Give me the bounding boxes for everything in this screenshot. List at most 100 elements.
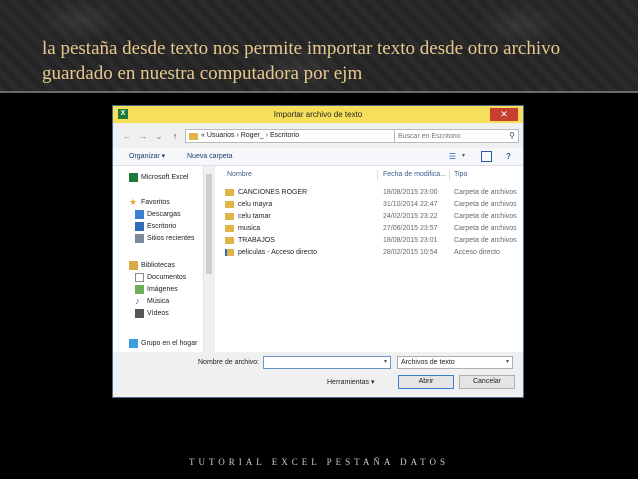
breadcrumb-separator[interactable]: › — [236, 132, 238, 139]
column-divider[interactable] — [377, 170, 378, 180]
file-date: 28/02/2015 10:54 — [383, 249, 438, 256]
file-name: musica — [238, 225, 261, 232]
new-folder-button[interactable]: Nueva carpeta — [187, 148, 233, 165]
breadcrumb-separator[interactable]: › — [266, 132, 268, 139]
chevron-down-icon[interactable]: ▾ — [458, 151, 469, 162]
file-date: 18/08/2015 23:00 — [383, 189, 438, 196]
slide-footer: TUTORIAL EXCEL PESTAÑA DATOS — [188, 457, 450, 467]
file-list: Nombre Fecha de modifica... Tipo CANCION… — [215, 166, 523, 352]
file-type: Acceso directo — [454, 249, 500, 256]
file-name: CANCIONES ROGER — [238, 189, 308, 196]
breadcrumb: « Usuarios › Roger_ › Escritorio — [201, 130, 299, 142]
help-icon[interactable]: ? — [503, 151, 514, 162]
column-header-name[interactable]: Nombre — [227, 170, 252, 180]
file-row[interactable]: TRABAJOS 18/08/2015 23:01 Carpeta de arc… — [215, 235, 523, 246]
breadcrumb-item-escritorio[interactable]: Escritorio — [270, 132, 299, 139]
back-arrow-icon[interactable]: ← — [121, 130, 133, 142]
nav-item-grupo-hogar[interactable]: Grupo en el hogar — [129, 338, 197, 350]
address-bar[interactable]: « Usuarios › Roger_ › Escritorio ▾ — [185, 129, 413, 143]
folder-icon — [189, 133, 198, 140]
images-icon — [135, 284, 144, 294]
nav-item-sitios-recientes[interactable]: Sitios recientes — [135, 233, 194, 245]
scrollbar-thumb[interactable] — [206, 174, 212, 274]
breadcrumb-prefix: « — [201, 132, 205, 139]
homegroup-icon — [129, 338, 138, 348]
file-name: celu tamar — [238, 213, 271, 220]
import-text-dialog: X Importar archivo de texto ✕ ← → ⌄ ↑ « … — [112, 105, 524, 398]
documents-icon — [135, 272, 144, 282]
nav-item-escritorio[interactable]: Escritorio — [135, 221, 176, 233]
search-box: ⚲ — [394, 129, 519, 143]
file-row[interactable]: musica 27/06/2015 23:57 Carpeta de archi… — [215, 223, 523, 234]
tools-menu[interactable]: Herramientas ▾ — [327, 376, 374, 389]
dialog-titlebar[interactable]: X Importar archivo de texto ✕ — [113, 106, 523, 123]
file-type-select[interactable]: Archivos de texto ▾ — [397, 356, 513, 369]
breadcrumb-item-roger[interactable]: Roger_ — [241, 132, 264, 139]
file-type: Carpeta de archivos — [454, 225, 517, 232]
banner-divider — [0, 91, 638, 93]
address-row: ← → ⌄ ↑ « Usuarios › Roger_ › Escritorio… — [113, 124, 523, 148]
file-type: Carpeta de archivos — [454, 201, 517, 208]
folder-icon — [225, 213, 234, 220]
open-button[interactable]: Abrir — [398, 375, 454, 389]
nav-item-videos[interactable]: Vídeos — [135, 308, 169, 320]
nav-item-descargas[interactable]: Descargas — [135, 209, 180, 221]
nav-item-imagenes[interactable]: Imágenes — [135, 284, 178, 296]
recent-icon — [135, 233, 144, 243]
close-button[interactable]: ✕ — [490, 108, 518, 121]
view-options-icon[interactable]: ☰ — [447, 151, 458, 162]
excel-icon — [129, 172, 138, 182]
file-row[interactable]: CANCIONES ROGER 18/08/2015 23:00 Carpeta… — [215, 187, 523, 198]
file-type: Carpeta de archivos — [454, 213, 517, 220]
column-header-type[interactable]: Tipo — [454, 170, 467, 180]
slide: la pestaña desde texto nos permite impor… — [0, 0, 638, 479]
desktop-icon — [135, 221, 144, 231]
dialog-title: Importar archivo de texto — [273, 110, 363, 119]
filename-label: Nombre de archivo: — [198, 359, 260, 366]
search-input[interactable] — [398, 130, 498, 142]
file-date: 18/08/2015 23:01 — [383, 237, 438, 244]
nav-scrollbar[interactable] — [204, 166, 214, 352]
file-row[interactable]: peliculas - Acceso directo 28/02/2015 10… — [215, 247, 523, 258]
libraries-icon — [129, 260, 138, 270]
breadcrumb-item-usuarios[interactable]: Usuarios — [207, 132, 235, 139]
folder-icon — [225, 237, 234, 244]
column-divider[interactable] — [449, 170, 450, 180]
up-arrow-icon[interactable]: ↑ — [169, 130, 181, 142]
folder-icon — [225, 189, 234, 196]
file-name: TRABAJOS — [238, 237, 275, 244]
shortcut-folder-icon — [225, 249, 234, 256]
file-type-value: Archivos de texto — [401, 359, 455, 366]
filename-input[interactable] — [266, 357, 376, 368]
folder-icon — [225, 201, 234, 208]
nav-item-documentos[interactable]: Documentos — [135, 272, 186, 284]
preview-pane-icon[interactable] — [481, 151, 492, 162]
file-type: Carpeta de archivos — [454, 189, 517, 196]
forward-arrow-icon[interactable]: → — [137, 130, 149, 142]
file-row[interactable]: celu tamar 24/02/2015 23:22 Carpeta de a… — [215, 211, 523, 222]
file-date: 31/10/2014 22:47 — [383, 201, 438, 208]
file-name: peliculas - Acceso directo — [238, 249, 317, 256]
music-icon: ♪ — [135, 295, 140, 306]
nav-item-musica[interactable]: ♪ Música — [135, 296, 169, 308]
column-header-date[interactable]: Fecha de modifica... — [383, 170, 446, 180]
chevron-down-icon: ▾ — [505, 359, 509, 365]
organize-menu[interactable]: Organizar ▾ — [129, 148, 165, 165]
nav-item-microsoft-excel[interactable]: Microsoft Excel — [129, 172, 188, 184]
command-toolbar: Organizar ▾ Nueva carpeta ☰ ▾ ? — [113, 148, 523, 166]
file-name: celu mayra — [238, 201, 273, 208]
folder-icon — [225, 225, 234, 232]
cancel-button[interactable]: Cancelar — [459, 375, 515, 389]
file-date: 27/06/2015 23:57 — [383, 225, 438, 232]
file-date: 24/02/2015 23:22 — [383, 213, 438, 220]
chevron-down-icon[interactable]: ▾ — [384, 357, 387, 368]
recent-dropdown-icon[interactable]: ⌄ — [153, 130, 165, 142]
nav-item-favoritos[interactable]: ★ Favoritos — [129, 197, 170, 209]
nav-item-bibliotecas[interactable]: Bibliotecas — [129, 260, 175, 272]
search-icon[interactable]: ⚲ — [509, 130, 515, 142]
navigation-pane: Microsoft Excel ★ Favoritos Descargas Esc… — [113, 166, 204, 352]
dialog-footer: Nombre de archivo: ▾ Archivos de texto ▾… — [113, 352, 523, 397]
downloads-icon — [135, 209, 144, 219]
file-row[interactable]: celu mayra 31/10/2014 22:47 Carpeta de a… — [215, 199, 523, 210]
file-type: Carpeta de archivos — [454, 237, 517, 244]
